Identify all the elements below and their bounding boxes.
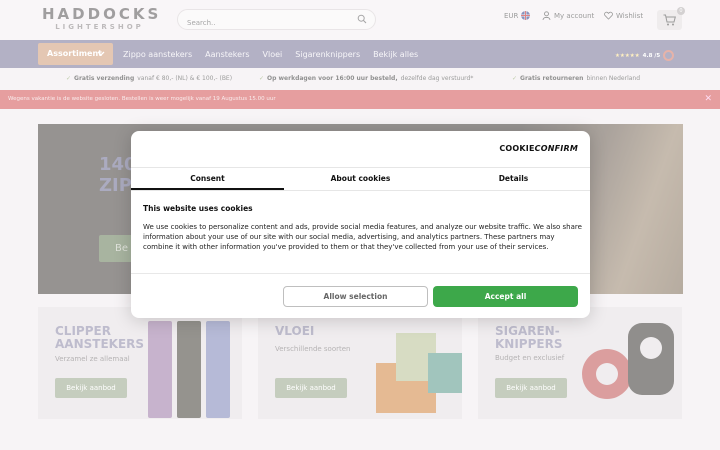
cookieconfirm-logo: COOKIECONFIRM (499, 144, 578, 153)
cookie-dialog-body: We use cookies to personalize content an… (143, 223, 582, 251)
cookie-dialog-title: This website uses cookies (143, 204, 253, 213)
brand-part-a: COOKIE (499, 144, 535, 153)
cookie-consent-dialog: COOKIECONFIRM Consent About cookies Deta… (131, 131, 590, 318)
tab-details[interactable]: Details (437, 168, 590, 190)
tab-about-cookies[interactable]: About cookies (284, 168, 437, 190)
tab-consent[interactable]: Consent (131, 168, 284, 190)
accept-all-button[interactable]: Accept all (433, 286, 578, 307)
cookie-tabs: Consent About cookies Details (131, 167, 590, 191)
brand-part-b: CONFIRM (534, 144, 578, 153)
divider (131, 273, 590, 274)
allow-selection-button[interactable]: Allow selection (283, 286, 428, 307)
